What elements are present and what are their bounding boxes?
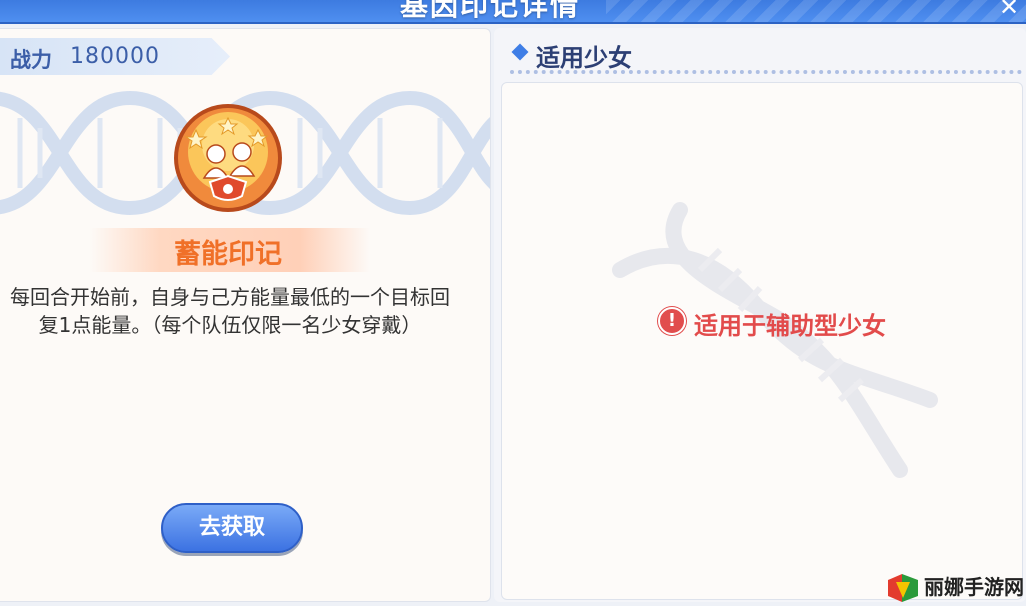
dna-watermark-icon <box>612 202 938 478</box>
twin-figures-emblem-icon <box>174 104 282 212</box>
section-divider <box>510 70 1022 74</box>
section-title: 适用少女 <box>536 44 632 72</box>
mark-name: 蓄能印记 <box>174 239 282 270</box>
warning-icon: ! <box>658 307 686 335</box>
power-label: 战力 <box>10 48 52 72</box>
page-title: 基因印记详情 <box>400 0 581 22</box>
banner-stripes <box>606 0 1026 22</box>
power-value: 180000 <box>70 44 160 69</box>
acquire-button[interactable]: 去获取 <box>161 503 303 553</box>
watermark-text: 丽娜手游网 <box>924 575 1024 599</box>
mark-description: 每回合开始前，自身与己方能量最低的一个目标回复1点能量。（每个队伍仅限一名少女穿… <box>10 285 450 337</box>
applicable-notice: 适用于辅助型少女 <box>694 312 886 340</box>
watermark-logo-icon <box>888 574 918 602</box>
top-banner: 基因印记详情 ✕ <box>0 0 1026 24</box>
close-icon[interactable]: ✕ <box>996 0 1022 20</box>
